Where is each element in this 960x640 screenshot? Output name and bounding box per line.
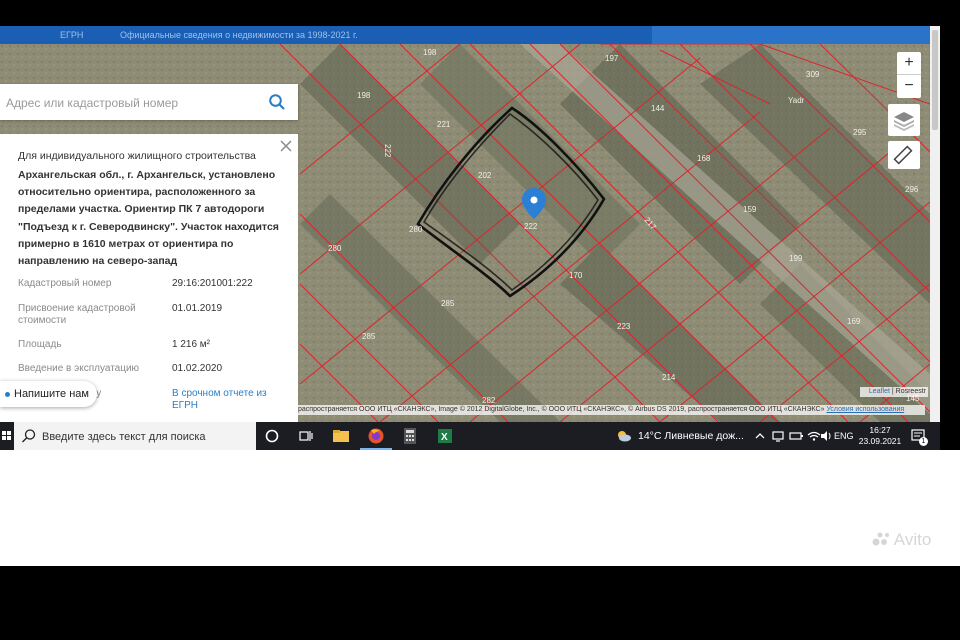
- parcel-label: 159: [743, 205, 757, 214]
- zoom-out-button[interactable]: −: [897, 75, 921, 97]
- parcel-label: 202: [478, 171, 492, 180]
- avito-logo-icon: [872, 532, 889, 546]
- language-indicator[interactable]: ENG: [834, 422, 854, 450]
- avito-watermark: Avito: [872, 530, 931, 550]
- parcel-info-panel: Для индивидуального жилищного строительс…: [0, 134, 298, 422]
- egrn-report-link[interactable]: В срочном отчете из ЕГРН: [172, 388, 292, 412]
- parcel-label: 222: [524, 222, 538, 231]
- close-icon[interactable]: [278, 138, 294, 154]
- parcel-label: 169: [847, 317, 861, 326]
- parcel-type-title: Для индивидуального жилищного строительс…: [18, 150, 256, 162]
- volume-icon[interactable]: [816, 426, 836, 446]
- valuation-date-value: 01.01.2019: [172, 303, 223, 314]
- chat-dot-icon: [5, 392, 10, 397]
- valuation-date-label: Присвоение кадастровой стоимости: [18, 303, 136, 326]
- area-label: Площадь: [18, 339, 62, 350]
- parcel-label: 198: [423, 48, 437, 57]
- bottom-black-border: [0, 566, 960, 640]
- page-scrollbar-thumb[interactable]: [932, 30, 938, 130]
- svg-text:X: X: [441, 432, 448, 443]
- chat-button-label: Напишите нам: [14, 388, 89, 400]
- search-input[interactable]: [4, 90, 258, 116]
- commissioning-value: 01.02.2020: [172, 363, 223, 374]
- photo-white-area: [0, 450, 960, 566]
- parcel-label: 221: [437, 120, 451, 129]
- parcel-label: 222: [383, 144, 392, 158]
- network-icon[interactable]: [768, 426, 788, 446]
- parcel-label: 197: [605, 54, 619, 63]
- clock-date: 23.09.2021: [858, 436, 902, 446]
- ruler-button[interactable]: [888, 141, 920, 169]
- ruler-icon: [893, 145, 913, 165]
- file-explorer-icon[interactable]: [331, 426, 351, 446]
- header-nav-link[interactable]: ЕГРН: [60, 26, 83, 44]
- weather-text[interactable]: 14°C Ливневые дож...: [638, 422, 744, 450]
- start-button[interactable]: [0, 422, 14, 450]
- parcel-label: 168: [697, 154, 711, 163]
- parcel-label: 285: [362, 332, 376, 341]
- parcel-label: 214: [662, 373, 676, 382]
- parcel-label: 309: [806, 70, 820, 79]
- top-black-border: [0, 0, 960, 26]
- area-value: 1 216 м²: [172, 339, 211, 350]
- clock-time: 16:27: [869, 425, 891, 435]
- chat-button[interactable]: Напишите нам: [0, 381, 97, 407]
- layers-button[interactable]: [888, 104, 920, 136]
- windows-icon: [2, 431, 11, 440]
- commissioning-label: Введение в эксплуатацию: [18, 363, 140, 374]
- system-tray-icons[interactable]: [750, 426, 770, 446]
- cadastral-number-label: Кадастровый номер: [18, 278, 112, 289]
- windows-taskbar: X 14°C Ливневые дож... ENG 16:27 23.09.2…: [0, 422, 940, 450]
- zoom-control: + −: [897, 52, 921, 98]
- calculator-icon[interactable]: [400, 426, 420, 446]
- notifications-badge: 1: [919, 437, 928, 446]
- parcel-label: 170: [569, 271, 583, 280]
- excel-icon[interactable]: X: [435, 426, 455, 446]
- parcel-label: 144: [651, 104, 665, 113]
- layers-icon: [894, 112, 914, 131]
- zoom-in-button[interactable]: +: [897, 52, 921, 74]
- parcel-label: 223: [617, 322, 631, 331]
- terms-link[interactable]: Условия использования: [826, 406, 904, 413]
- rosreestr-label: Rosreestr: [895, 388, 926, 395]
- taskbar-clock[interactable]: 16:27 23.09.2021: [856, 425, 904, 447]
- map-attribution: распространяется ООО ИТЦ «СКАНЭКС», Imag…: [298, 405, 925, 415]
- parcel-address: Архангельская обл., г. Архангельск, уста…: [18, 169, 279, 268]
- firefox-icon[interactable]: [366, 426, 386, 446]
- cadastral-number-value: 29:16:201001:222: [172, 278, 253, 289]
- taskbar-search: [14, 422, 256, 450]
- parcel-label: 285: [441, 299, 455, 308]
- map-place-label: Yadr: [788, 96, 805, 105]
- attribution-text: распространяется ООО ИТЦ «СКАНЭКС», Imag…: [298, 406, 825, 413]
- parcel-label: 295: [853, 128, 867, 137]
- parcel-label: 198: [357, 91, 371, 100]
- site-header: ЕГРН Официальные сведения о недвижимости…: [0, 26, 930, 44]
- header-info-text: Официальные сведения о недвижимости за 1…: [120, 30, 358, 40]
- task-view-icon[interactable]: [296, 426, 316, 446]
- leaflet-link[interactable]: Leaflet: [869, 388, 890, 395]
- taskbar-search-input[interactable]: [40, 427, 254, 447]
- weather-icon[interactable]: [614, 426, 634, 446]
- battery-icon[interactable]: [786, 426, 806, 446]
- search-icon[interactable]: [268, 93, 286, 111]
- header-right-block: [652, 26, 930, 44]
- leaflet-attribution: Leaflet | Rosreestr: [860, 387, 928, 397]
- avito-watermark-text: Avito: [893, 530, 932, 549]
- parcel-label: 296: [905, 185, 919, 194]
- parcel-label: 280: [328, 244, 342, 253]
- cadastral-search-box: [0, 84, 298, 120]
- search-icon: [22, 429, 36, 443]
- parcel-label: 280: [409, 225, 423, 234]
- cortana-icon[interactable]: [262, 426, 282, 446]
- parcel-label: 199: [789, 254, 803, 263]
- parcel-label: 282: [482, 396, 496, 405]
